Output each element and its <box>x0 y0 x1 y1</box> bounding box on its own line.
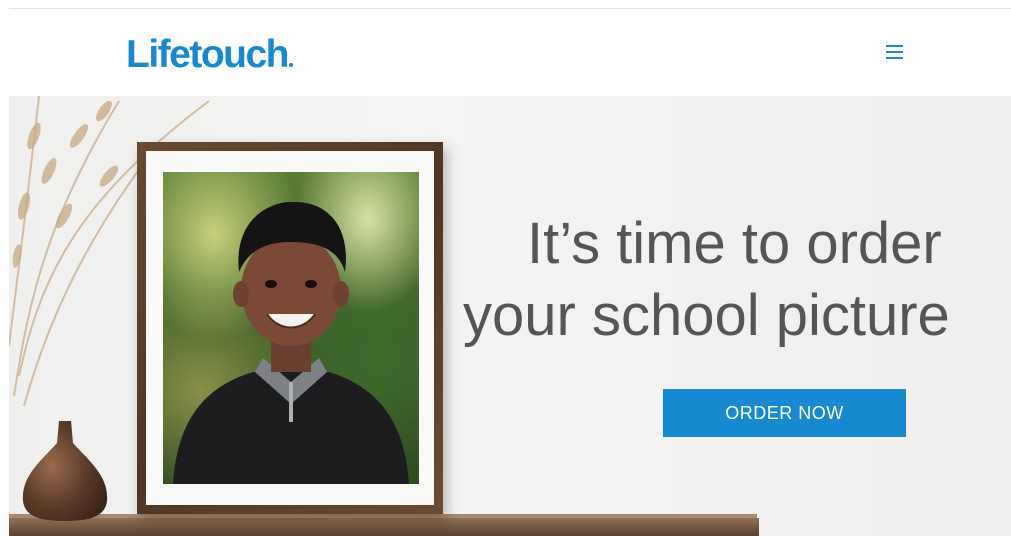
site-header: Lifetouch <box>0 9 1011 96</box>
menu-bar <box>886 57 903 59</box>
hero-headline: It’s time to order your school picture <box>9 208 1011 358</box>
lifetouch-logo[interactable]: Lifetouch <box>126 33 293 77</box>
wooden-shelf <box>9 518 759 536</box>
hamburger-menu-icon[interactable] <box>884 43 906 61</box>
order-now-button[interactable]: ORDER NOW <box>663 389 906 437</box>
logo-text: Lifetouch <box>126 33 289 76</box>
headline-line-1: It’s time to order <box>527 211 942 276</box>
menu-bar <box>886 45 903 47</box>
headline-line-2: your school picture <box>463 283 950 348</box>
logo-dot <box>288 63 293 67</box>
menu-bar <box>886 51 903 53</box>
vase-decoration <box>22 421 108 521</box>
hero-banner: It’s time to order your school picture O… <box>9 96 1011 536</box>
